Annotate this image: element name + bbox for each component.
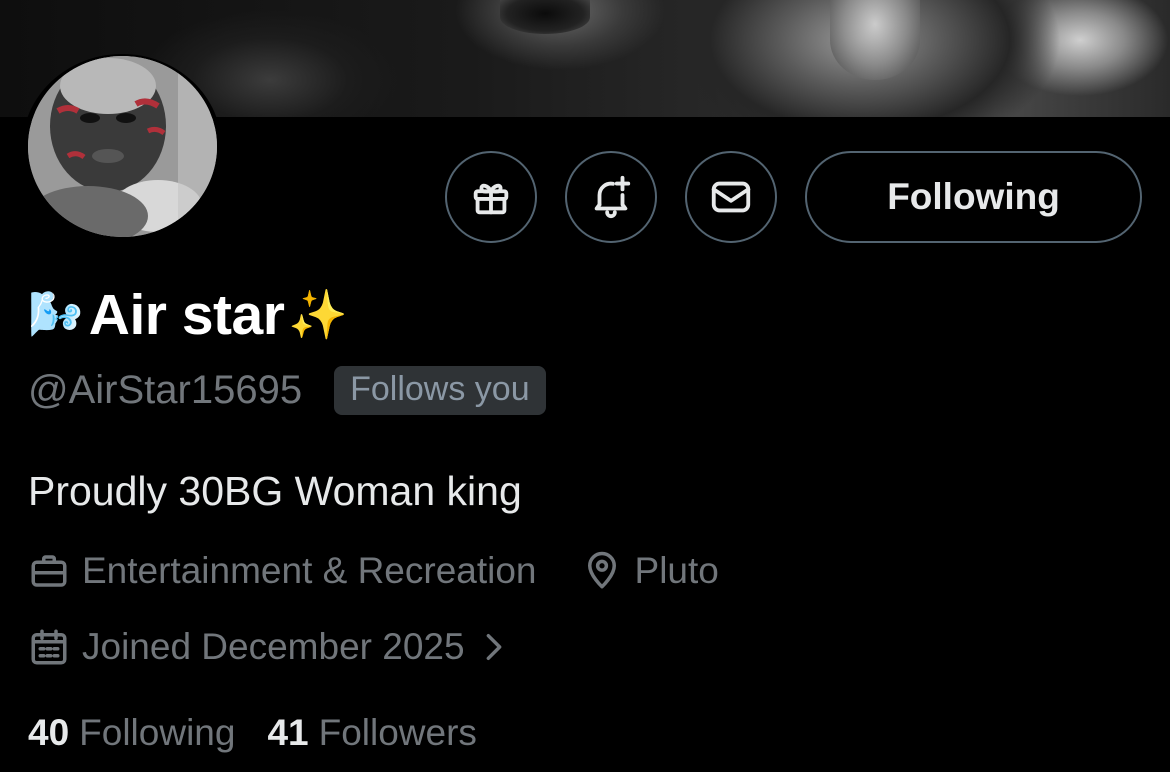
profile-meta-row: Entertainment & Recreation Pluto (28, 550, 719, 592)
briefcase-icon (31, 555, 67, 587)
location-label: Pluto (634, 550, 719, 591)
following-count-label: Following (79, 712, 236, 753)
joined-row[interactable]: Joined December 2025 (28, 626, 509, 668)
message-button[interactable] (685, 151, 777, 243)
notifications-button[interactable] (565, 151, 657, 243)
gift-icon (473, 183, 509, 215)
display-name: Air star (88, 283, 285, 347)
profile-page: Following 🌬️ Air star ✨ @AirStar15695 Fo… (0, 0, 1170, 772)
location-item: Pluto (581, 550, 719, 592)
followers-count-link[interactable]: 41 Followers (267, 712, 476, 754)
calendar-icon (31, 629, 67, 665)
wind-face-emoji: 🌬️ (28, 289, 83, 340)
user-handle: @AirStar15695 (28, 368, 303, 412)
following-count-link[interactable]: 40 Following (28, 712, 235, 754)
avatar-photo (28, 56, 217, 237)
banner-photo-detail (500, 0, 590, 34)
avatar[interactable] (28, 56, 217, 237)
mail-icon (711, 181, 751, 213)
handle-row: @AirStar15695 Follows you (28, 366, 546, 415)
chevron-right-icon (479, 630, 509, 664)
category-label: Entertainment & Recreation (82, 550, 537, 591)
sparkles-emoji: ✨ (288, 287, 349, 343)
banner-photo-detail (830, 0, 920, 80)
follows-you-badge: Follows you (334, 366, 546, 415)
following-button[interactable]: Following (805, 151, 1142, 243)
followers-count-label: Followers (318, 712, 477, 753)
follow-counts: 40 Following 41 Followers (28, 712, 477, 754)
profile-bio: Proudly 30BG Woman king (28, 468, 522, 514)
notification-bell-plus-icon (594, 175, 631, 219)
joined-item[interactable]: Joined December 2025 (28, 626, 509, 668)
display-name-row: 🌬️ Air star ✨ (28, 282, 348, 348)
joined-label: Joined December 2025 (82, 626, 465, 667)
location-pin-icon (587, 551, 616, 589)
following-count: 40 (28, 712, 70, 753)
followers-count: 41 (267, 712, 309, 753)
gift-button[interactable] (445, 151, 537, 243)
category-item: Entertainment & Recreation (28, 550, 537, 592)
